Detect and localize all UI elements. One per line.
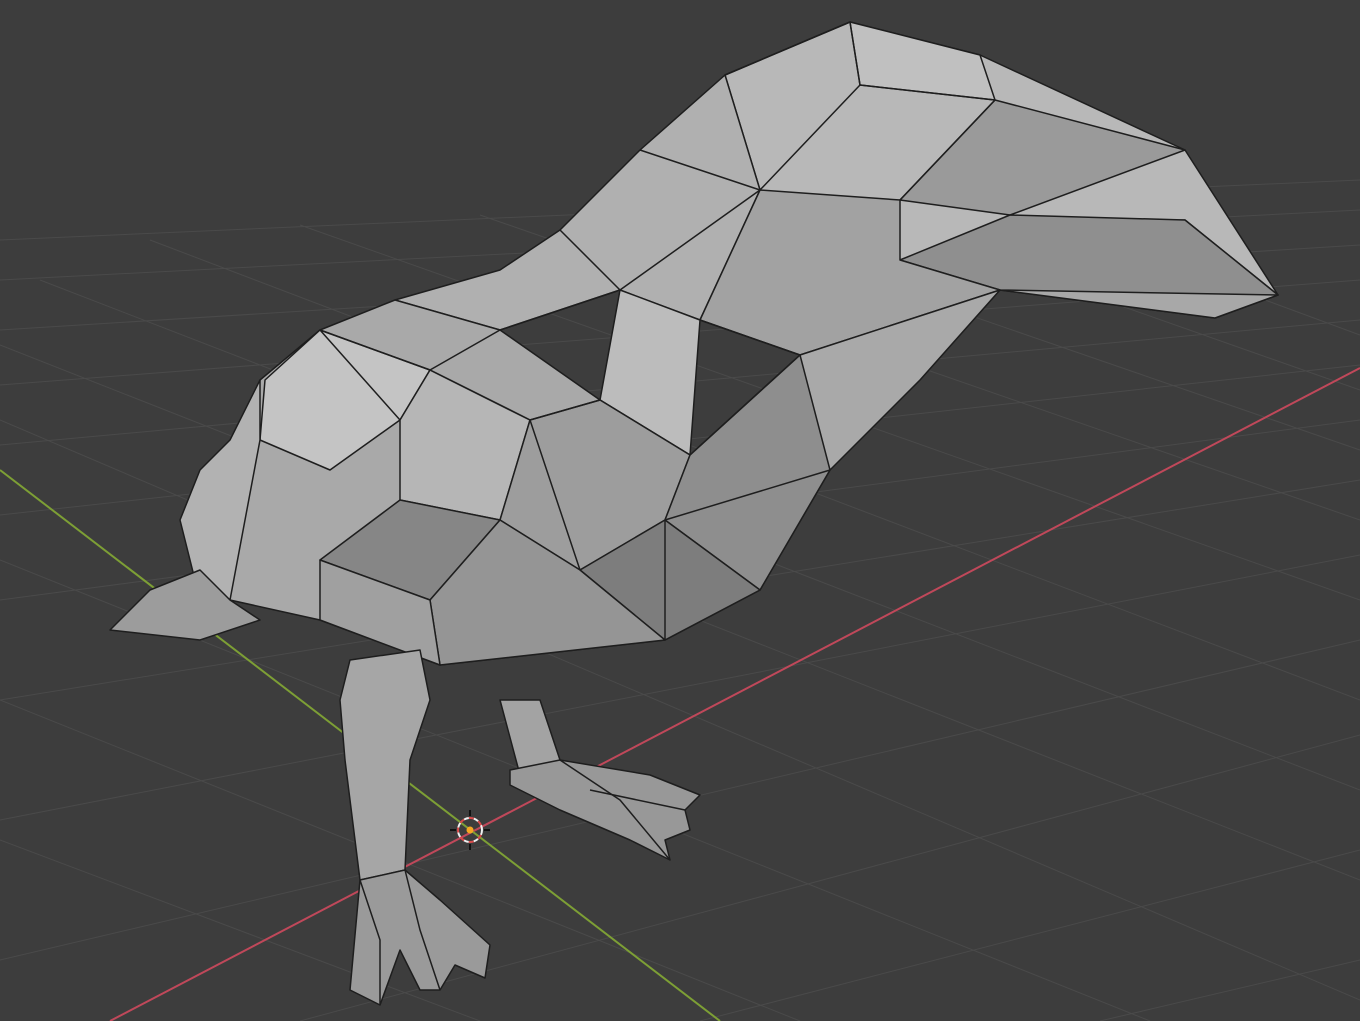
mesh-face <box>339 649 431 881</box>
low-poly-bird-mesh[interactable] <box>109 21 1279 1006</box>
mesh-face <box>394 74 761 331</box>
mesh-face <box>509 759 701 861</box>
3d-viewport[interactable] <box>0 0 1360 1021</box>
3d-cursor-icon[interactable] <box>450 810 490 850</box>
mesh-face <box>349 869 491 1006</box>
object-origin-icon <box>466 826 474 834</box>
